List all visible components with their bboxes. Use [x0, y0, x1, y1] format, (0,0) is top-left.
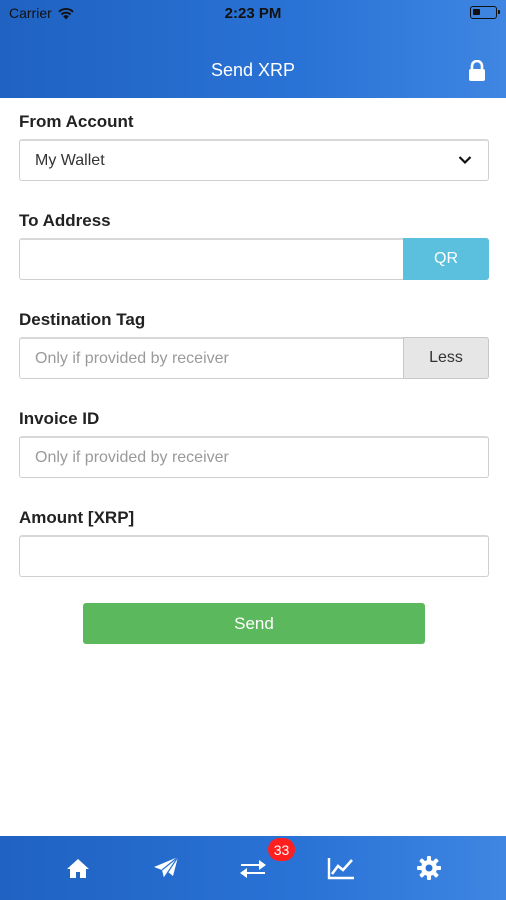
destination-tag-field[interactable]: Only if provided by receiver Less [19, 337, 489, 379]
tab-bar [0, 836, 506, 900]
amount-field[interactable] [19, 535, 489, 577]
tab-home[interactable] [62, 854, 94, 882]
tab-settings[interactable] [413, 854, 445, 882]
battery-icon [470, 6, 500, 19]
amount-label: Amount [XRP] [19, 508, 135, 527]
to-address-label: To Address [19, 211, 111, 230]
chart-icon [327, 858, 354, 880]
from-account-label: From Account [19, 112, 134, 131]
qr-button[interactable]: QR [403, 238, 489, 280]
page-title: Send XRP [210, 60, 296, 80]
home-icon [67, 859, 89, 878]
from-account-select[interactable]: My Wallet [19, 139, 489, 181]
tab-transactions[interactable] [237, 854, 269, 882]
notification-badge: 33 [268, 838, 295, 861]
invoice-id-label: Invoice ID [19, 409, 100, 428]
paper-plane-icon [154, 856, 179, 879]
invoice-id-placeholder: Only if provided by receiver [35, 449, 229, 466]
chevron-down-icon [458, 156, 472, 165]
to-address-field[interactable]: QR [19, 238, 489, 280]
destination-tag-placeholder: Only if provided by receiver [35, 350, 229, 367]
exchange-icon [240, 860, 266, 878]
invoice-id-field[interactable]: Only if provided by receiver [19, 436, 489, 478]
from-account-value: My Wallet [35, 152, 105, 169]
send-button[interactable]: Send [83, 603, 425, 644]
tab-send[interactable] [150, 854, 182, 882]
tab-charts[interactable] [325, 854, 357, 882]
gear-icon [417, 856, 441, 880]
status-time: 2:23 PM [224, 5, 282, 22]
less-button[interactable]: Less [403, 337, 489, 379]
header: Carrier 2:23 PM Send XRP [0, 0, 506, 98]
status-bar: Carrier 2:23 PM [0, 0, 506, 26]
lock-icon[interactable] [468, 60, 486, 82]
destination-tag-label: Destination Tag [19, 310, 146, 329]
